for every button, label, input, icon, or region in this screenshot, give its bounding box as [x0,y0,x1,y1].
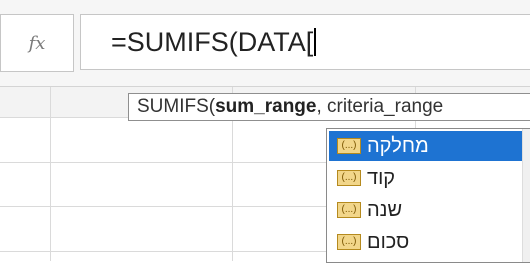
autocomplete-item-label: קוד [367,166,396,189]
tooltip-remaining-arguments: , criteria_range [316,96,444,117]
autocomplete-item[interactable]: (...) סכום [329,227,530,257]
table-column-icon: (...) [337,202,361,218]
function-icon: fx [28,32,46,54]
table-column-icon: (...) [337,138,361,154]
autocomplete-scrollbar[interactable] [522,129,530,262]
tooltip-current-argument[interactable]: sum_range [215,96,316,118]
table-column-icon: (...) [337,170,361,186]
function-tooltip: SUMIFS(sum_range, criteria_range [128,93,530,121]
tooltip-function-name: SUMIFS( [137,96,216,117]
autocomplete-item[interactable]: (...) קוד [329,163,530,193]
grid-column-line [50,87,51,261]
autocomplete-list: (...) מחלקה (...) קוד (...) שנה (...) סכ… [326,128,530,263]
autocomplete-item-label: שנה [367,198,403,221]
autocomplete-item-label: סכום [367,230,410,253]
autocomplete-item[interactable]: (...) שנה [329,195,530,225]
text-caret [314,28,317,56]
formula-input[interactable]: =SUMIFS(DATA[ [80,14,530,70]
autocomplete-item[interactable]: (...) מחלקה [329,131,530,161]
table-column-icon: (...) [337,234,361,250]
insert-function-button[interactable]: fx [0,14,74,72]
formula-text: =SUMIFS(DATA[ [111,26,314,57]
autocomplete-item-label: מחלקה [367,134,429,157]
formula-bar: fx =SUMIFS(DATA[ [0,0,530,87]
